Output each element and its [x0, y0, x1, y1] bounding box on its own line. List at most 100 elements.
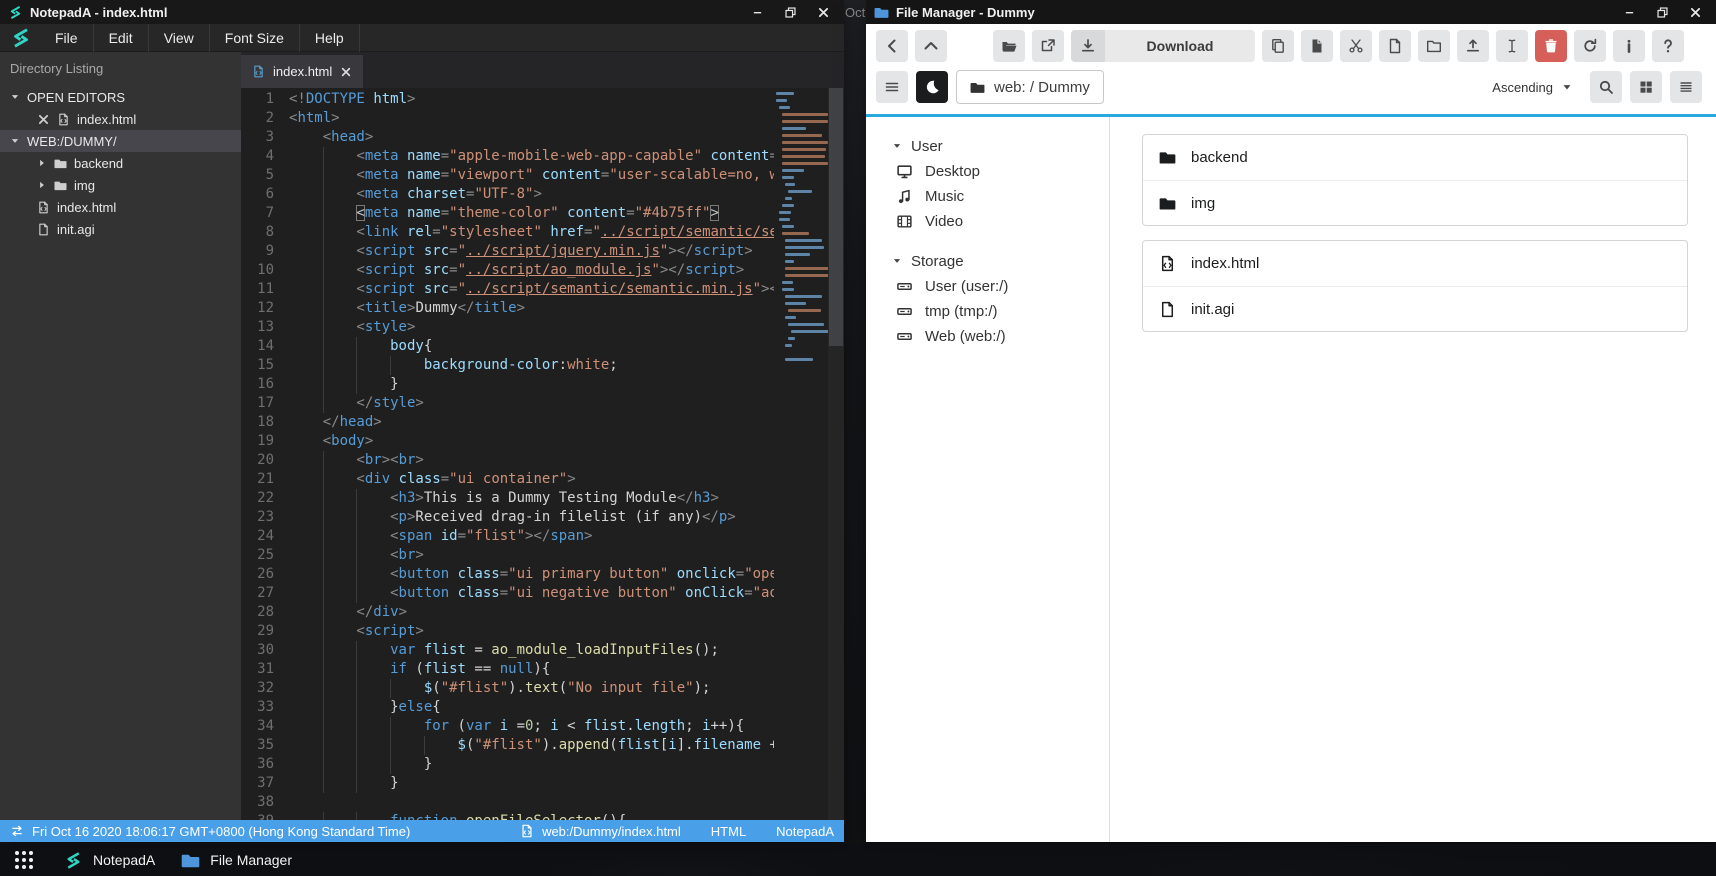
- code-line[interactable]: 34 for (var i =0; i < flist.length; i++){: [241, 717, 774, 736]
- code-line[interactable]: 11 <script src="../script/semantic/semant…: [241, 280, 774, 299]
- close-button[interactable]: [810, 2, 836, 22]
- menu-item-font-size[interactable]: Font Size: [210, 23, 300, 52]
- up-arrow-button[interactable]: [915, 30, 947, 62]
- sidebar-item-user-user[interactable]: User (user:/): [892, 274, 1109, 299]
- code-editor[interactable]: 1 <!DOCTYPE html> 2 <html> 3 <head> 4 <meta nam…: [241, 88, 844, 820]
- tree-item-open-editors[interactable]: OPEN EDITORS: [0, 86, 241, 108]
- theme-toggle-button[interactable]: [916, 71, 948, 103]
- code-line[interactable]: 29 <script>: [241, 622, 774, 641]
- new-file-button[interactable]: [1379, 30, 1411, 62]
- restore-button[interactable]: [1649, 2, 1675, 22]
- app-launcher-icon[interactable]: [10, 850, 38, 870]
- notepad-titlebar[interactable]: NotepadA - index.html: [0, 0, 844, 24]
- code-line[interactable]: 28 </div>: [241, 603, 774, 622]
- code-line[interactable]: 18 </head>: [241, 413, 774, 432]
- code-line[interactable]: 30 var flist = ao_module_loadInputFiles()…: [241, 641, 774, 660]
- code-line[interactable]: 2 <html>: [241, 109, 774, 128]
- code-line[interactable]: 19 <body>: [241, 432, 774, 451]
- upload-button[interactable]: [1457, 30, 1489, 62]
- code-line[interactable]: 14 body{: [241, 337, 774, 356]
- menu-item-help[interactable]: Help: [300, 23, 360, 52]
- refresh-button[interactable]: [1574, 30, 1606, 62]
- code-line[interactable]: 23 <p>Received drag-in filelist (if any)<…: [241, 508, 774, 527]
- code-line[interactable]: 16}: [241, 375, 774, 394]
- code-line[interactable]: 38: [241, 793, 774, 812]
- back-arrow-button[interactable]: [876, 30, 908, 62]
- statusbar-path[interactable]: web:/Dummy/index.html: [542, 824, 681, 839]
- code-line[interactable]: 4 <meta name="apple-mobile-web-app-capabl…: [241, 147, 774, 166]
- code-line[interactable]: 3 <head>: [241, 128, 774, 147]
- sidebar-item-video[interactable]: Video: [892, 209, 1109, 234]
- file-row-img[interactable]: img: [1143, 180, 1687, 225]
- minimize-button[interactable]: [1616, 2, 1642, 22]
- help-button[interactable]: [1652, 30, 1684, 62]
- code-line[interactable]: 12 <title>Dummy</title>: [241, 299, 774, 318]
- code-line[interactable]: 22 <h3>This is a Dummy Testing Module</h3…: [241, 489, 774, 508]
- file-row-index-html[interactable]: index.html: [1143, 241, 1687, 286]
- code-line[interactable]: 8 <link rel="stylesheet" href="../script/…: [241, 223, 774, 242]
- sidebar-item-web-web[interactable]: Web (web:/): [892, 324, 1109, 349]
- code-line[interactable]: 31 if (flist == null){: [241, 660, 774, 679]
- tab-close-icon[interactable]: [340, 66, 352, 78]
- section-header-user[interactable]: User: [892, 133, 1109, 159]
- close-button[interactable]: [1682, 2, 1708, 22]
- fm-titlebar[interactable]: File Manager - Dummy: [866, 0, 1716, 24]
- code-line[interactable]: 5 <meta name="viewport" content="user-sca…: [241, 166, 774, 185]
- code-line[interactable]: 27 <button class="ui negative button" onC…: [241, 584, 774, 603]
- sidebar-item-tmp-tmp[interactable]: tmp (tmp:/): [892, 299, 1109, 324]
- restore-button[interactable]: [777, 2, 803, 22]
- code-line[interactable]: 37}: [241, 774, 774, 793]
- code-line[interactable]: 10 <script src="../script/ao_module.js"><…: [241, 261, 774, 280]
- menu-item-view[interactable]: View: [149, 23, 210, 52]
- external-link-button[interactable]: [1032, 30, 1064, 62]
- paste-button[interactable]: [1301, 30, 1333, 62]
- grid-view-button[interactable]: [1630, 71, 1662, 103]
- menu-button[interactable]: [876, 71, 908, 103]
- trash-button[interactable]: [1535, 30, 1567, 62]
- code-line[interactable]: 13 <style>: [241, 318, 774, 337]
- code-line[interactable]: 20 <br><br>: [241, 451, 774, 470]
- tree-item-web-dummy[interactable]: WEB:/DUMMY/: [0, 130, 241, 152]
- code-line[interactable]: 24 <span id="flist"></span>: [241, 527, 774, 546]
- search-button[interactable]: [1590, 71, 1622, 103]
- rename-cursor-button[interactable]: [1496, 30, 1528, 62]
- cut-button[interactable]: [1340, 30, 1372, 62]
- code-line[interactable]: 17 </style>: [241, 394, 774, 413]
- file-row-init-agi[interactable]: init.agi: [1143, 286, 1687, 331]
- code-line[interactable]: 15 background-color:white;: [241, 356, 774, 375]
- new-folder-button[interactable]: [1418, 30, 1450, 62]
- minimap[interactable]: [776, 92, 835, 365]
- tree-item-img[interactable]: img: [0, 174, 241, 196]
- code-line[interactable]: 35 $("#flist").append(flist[i].filename +…: [241, 736, 774, 755]
- code-line[interactable]: 36}: [241, 755, 774, 774]
- statusbar-language[interactable]: HTML: [711, 824, 746, 839]
- list-view-button[interactable]: [1670, 71, 1702, 103]
- scrollbar-thumb[interactable]: [829, 88, 843, 346]
- info-button[interactable]: [1613, 30, 1645, 62]
- sidebar-item-desktop[interactable]: Desktop: [892, 159, 1109, 184]
- breadcrumb[interactable]: web: / Dummy: [956, 70, 1104, 104]
- tree-item-index-html[interactable]: index.html: [0, 108, 241, 130]
- code-line[interactable]: 6 <meta charset="UTF-8">: [241, 185, 774, 204]
- code-line[interactable]: 1 <!DOCTYPE html>: [241, 90, 774, 109]
- code-line[interactable]: 7 <meta name="theme-color" content="#4b75…: [241, 204, 774, 223]
- code-line[interactable]: 25 <br>: [241, 546, 774, 565]
- code-line[interactable]: 32 $("#flist").text("No input file");: [241, 679, 774, 698]
- code-line[interactable]: 39function openFileSelector(){: [241, 812, 774, 820]
- code-line[interactable]: 9 <script src="../script/jquery.min.js"><…: [241, 242, 774, 261]
- code-line[interactable]: 33}else{: [241, 698, 774, 717]
- menu-item-edit[interactable]: Edit: [94, 23, 149, 52]
- tab-index-html[interactable]: index.html: [241, 55, 364, 88]
- sort-dropdown[interactable]: Ascending: [1492, 80, 1582, 95]
- tree-item-backend[interactable]: backend: [0, 152, 241, 174]
- sidebar-item-music[interactable]: Music: [892, 184, 1109, 209]
- code-line[interactable]: 26 <button class="ui primary button" oncl…: [241, 565, 774, 584]
- section-header-storage[interactable]: Storage: [892, 248, 1109, 274]
- tree-item-init-agi[interactable]: init.agi: [0, 218, 241, 240]
- minimize-button[interactable]: [744, 2, 770, 22]
- download-button[interactable]: Download: [1071, 30, 1255, 62]
- editor-scrollbar[interactable]: [828, 88, 844, 820]
- copy-button[interactable]: [1262, 30, 1294, 62]
- taskbar-app-notepada[interactable]: NotepadA: [64, 851, 155, 870]
- code-line[interactable]: 21 <div class="ui container">: [241, 470, 774, 489]
